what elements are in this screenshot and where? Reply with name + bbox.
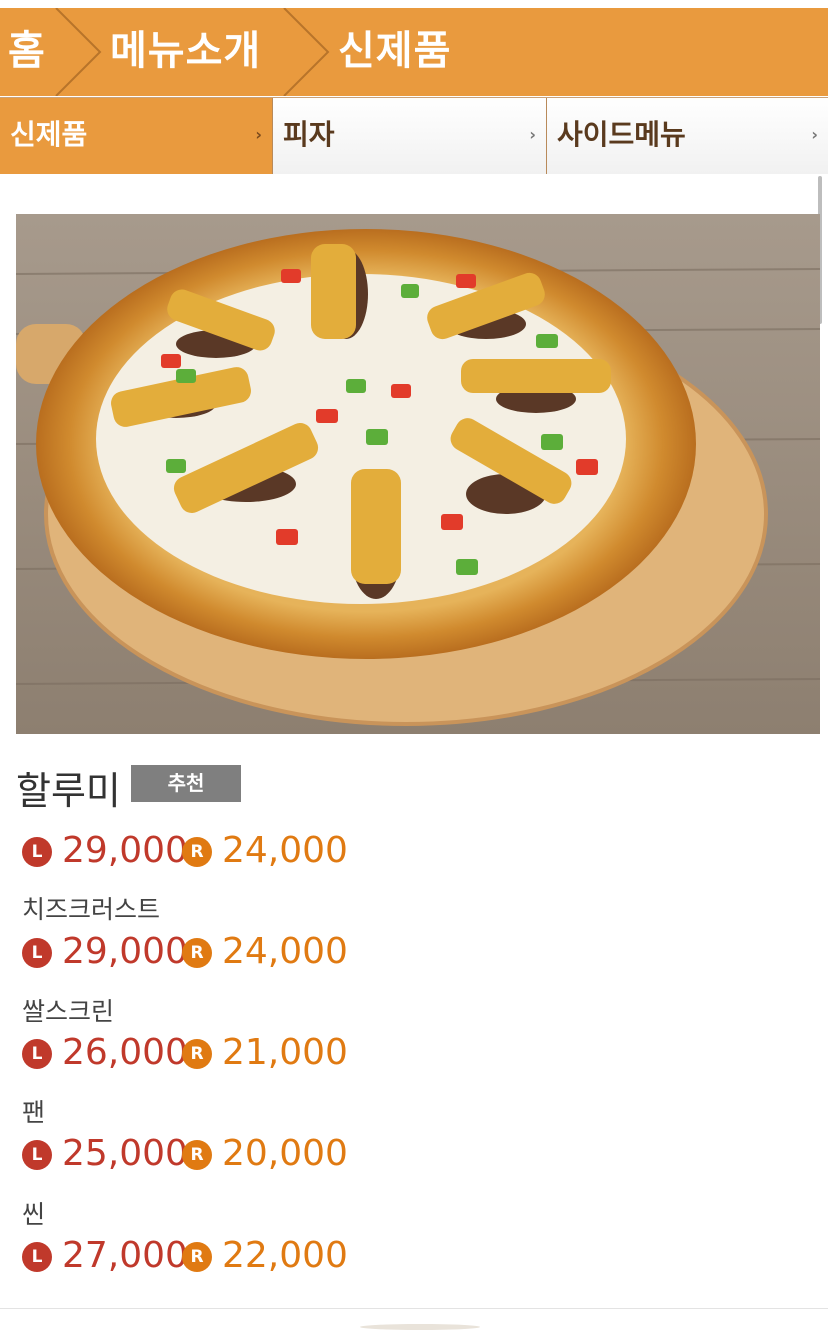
regular-size-icon: R — [182, 1140, 212, 1170]
tab-side-menu[interactable]: 사이드메뉴 › — [547, 98, 828, 174]
large-size-icon: L — [22, 938, 52, 968]
price-regular: 20,000 — [222, 1133, 348, 1174]
large-size-icon: L — [22, 1039, 52, 1069]
option-label: 팬 — [22, 1098, 46, 1127]
price-large: 29,000 — [62, 931, 188, 972]
recommend-badge: 추천 — [131, 765, 241, 802]
product-name: 할루미 — [16, 769, 121, 813]
next-item-image — [360, 1324, 480, 1330]
large-size-icon: L — [22, 837, 52, 867]
tab-new-products[interactable]: 신제품 › — [0, 98, 273, 174]
chevron-right-icon — [55, 8, 102, 96]
large-size-icon: L — [22, 1140, 52, 1170]
breadcrumb-current: 신제품 — [338, 28, 452, 74]
product-image — [16, 214, 820, 734]
chevron-right-icon — [283, 8, 330, 96]
chevron-right-icon: › — [255, 125, 262, 144]
large-size-icon: L — [22, 1242, 52, 1272]
price-regular: 21,000 — [222, 1032, 348, 1073]
tab-pizza[interactable]: 피자 › — [273, 98, 547, 174]
chevron-right-icon: › — [529, 125, 536, 144]
tab-label: 사이드메뉴 — [557, 118, 686, 151]
regular-size-icon: R — [182, 1039, 212, 1069]
divider — [0, 1308, 828, 1309]
price-regular: 22,000 — [222, 1235, 348, 1276]
price-large: 26,000 — [62, 1032, 188, 1073]
price-large: 25,000 — [62, 1133, 188, 1174]
option-label: 치즈크러스트 — [22, 895, 161, 924]
option-label: 씬 — [22, 1200, 46, 1229]
chevron-right-icon: › — [811, 125, 818, 144]
price-regular: 24,000 — [222, 931, 348, 972]
option-label: 쌀스크린 — [22, 997, 115, 1026]
regular-size-icon: R — [182, 938, 212, 968]
category-tabs: 신제품 › 피자 › 사이드메뉴 › — [0, 97, 828, 174]
breadcrumb-home[interactable]: 홈 — [8, 8, 46, 96]
tab-label: 피자 — [283, 118, 335, 151]
price-large: 27,000 — [62, 1235, 188, 1276]
breadcrumb-menu[interactable]: 메뉴소개 — [110, 8, 261, 96]
tab-label: 신제품 — [10, 118, 88, 151]
regular-size-icon: R — [182, 1242, 212, 1272]
regular-size-icon: R — [182, 837, 212, 867]
price-regular: 24,000 — [222, 830, 348, 871]
breadcrumb: 홈 메뉴소개 신제품 — [0, 8, 828, 96]
price-large: 29,000 — [62, 830, 188, 871]
